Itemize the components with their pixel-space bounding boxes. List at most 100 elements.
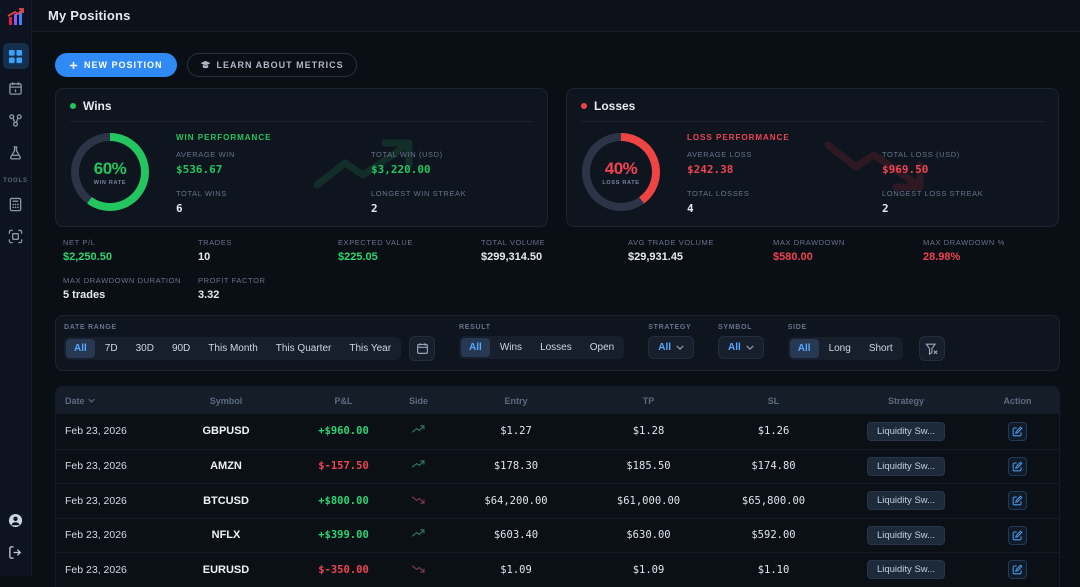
- strategy-badge[interactable]: Liquidity Sw...: [867, 457, 945, 476]
- result-option-wins[interactable]: Wins: [492, 338, 530, 357]
- summary-stat: EXPECTED VALUE$225.05: [338, 238, 481, 263]
- cell-action: [976, 457, 1059, 476]
- edit-position-button[interactable]: [1008, 526, 1027, 545]
- new-position-button[interactable]: NEW POSITION: [55, 53, 177, 77]
- strategy-badge[interactable]: Liquidity Sw...: [867, 560, 945, 579]
- column-header-action[interactable]: Action: [976, 396, 1059, 406]
- edit-icon: [1012, 564, 1023, 575]
- date-range-option-90d[interactable]: 90D: [164, 339, 198, 358]
- column-header-symbol[interactable]: Symbol: [156, 396, 296, 406]
- edit-position-button[interactable]: [1008, 491, 1027, 510]
- sidebar-item-account[interactable]: [3, 507, 29, 533]
- date-range-option-all[interactable]: All: [66, 339, 95, 358]
- total-win-usd-stat: TOTAL WIN (USD) $3,220.00: [371, 150, 466, 176]
- date-range-option-this-year[interactable]: This Year: [341, 339, 399, 358]
- date-range-option-30d[interactable]: 30D: [128, 339, 162, 358]
- average-loss-stat: AVERAGE LOSS $242.38: [687, 150, 882, 176]
- losses-card-title: Losses: [594, 99, 635, 113]
- sidebar-item-dashboard[interactable]: [3, 43, 29, 69]
- main-content: NEW POSITION LEARN ABOUT METRICS Wins: [32, 32, 1080, 587]
- cell-strategy: Liquidity Sw...: [836, 560, 976, 579]
- symbol-label: SYMBOL: [718, 324, 764, 331]
- side-option-short[interactable]: Short: [861, 339, 901, 358]
- cell-pnl: $-350.00: [296, 564, 391, 576]
- edit-position-button[interactable]: [1008, 422, 1027, 441]
- table-row-nflx: Feb 23, 2026NFLX+$399.00$603.40$630.00$5…: [56, 518, 1059, 553]
- cell-sl: $174.80: [711, 460, 836, 472]
- cell-side-long: [391, 460, 446, 472]
- sidebar-item-calculator[interactable]: [3, 191, 29, 217]
- result-option-all[interactable]: All: [461, 338, 490, 357]
- cell-tp: $185.50: [586, 460, 711, 472]
- summary-stat: AVG TRADE VOLUME$29,931.45: [628, 238, 773, 263]
- strategy-select[interactable]: All: [648, 336, 694, 359]
- cell-sl: $65,800.00: [711, 495, 836, 507]
- side-label: SIDE: [788, 324, 945, 331]
- cell-strategy: Liquidity Sw...: [836, 422, 976, 441]
- cell-action: [976, 560, 1059, 579]
- total-wins-stat: TOTAL WINS 6: [176, 189, 371, 215]
- date-range-option-this-month[interactable]: This Month: [200, 339, 265, 358]
- side-option-all[interactable]: All: [790, 339, 819, 358]
- longest-win-streak-stat: LONGEST WIN STREAK 2: [371, 189, 466, 215]
- date-range-filter: DATE RANGE All7D30D90DThis MonthThis Qua…: [64, 324, 435, 361]
- wins-dot-icon: [70, 103, 76, 109]
- cell-tp: $1.09: [586, 564, 711, 576]
- strategy-badge[interactable]: Liquidity Sw...: [867, 491, 945, 510]
- strategy-badge[interactable]: Liquidity Sw...: [867, 422, 945, 441]
- sidebar-item-lab[interactable]: [3, 139, 29, 165]
- win-rate-label: WIN RATE: [94, 180, 126, 186]
- clear-filters-button[interactable]: [919, 336, 945, 361]
- symbol-filter: SYMBOL All: [718, 324, 764, 359]
- app-logo-icon: [6, 7, 26, 32]
- sidebar-item-calendar[interactable]: [3, 75, 29, 101]
- cell-symbol: NFLX: [156, 529, 296, 541]
- result-label: RESULT: [459, 324, 624, 331]
- date-range-option-this-quarter[interactable]: This Quarter: [268, 339, 340, 358]
- logout-icon: [8, 545, 23, 560]
- summary-stat: MAX DRAWDOWN$580.00: [773, 238, 923, 263]
- strategy-branch-icon: [8, 113, 23, 128]
- side-option-long[interactable]: Long: [821, 339, 859, 358]
- edit-position-button[interactable]: [1008, 560, 1027, 579]
- column-header-pl[interactable]: P&L: [296, 396, 391, 406]
- symbol-select[interactable]: All: [718, 336, 764, 359]
- result-option-open[interactable]: Open: [582, 338, 622, 357]
- column-header-tp[interactable]: TP: [586, 396, 711, 406]
- sidebar-item-screenshot[interactable]: [3, 223, 29, 249]
- performance-cards: Wins 60% WIN RATE WIN PERFORMANCE: [55, 88, 1060, 227]
- sidebar-item-logout[interactable]: [3, 539, 29, 565]
- chevron-down-icon: [746, 345, 754, 350]
- cell-action: [976, 491, 1059, 510]
- column-header-date[interactable]: Date: [56, 396, 156, 406]
- plus-icon: [69, 61, 78, 70]
- trend-up-icon: [411, 425, 426, 434]
- trend-up-icon: [411, 529, 426, 538]
- cell-pnl: $-157.50: [296, 460, 391, 472]
- column-header-sl[interactable]: SL: [711, 396, 836, 406]
- loss-rate-gauge: 40% LOSS RATE: [582, 133, 660, 211]
- cell-symbol: AMZN: [156, 460, 296, 472]
- win-rate-value: 60%: [94, 159, 127, 179]
- total-losses-stat: TOTAL LOSSES 4: [687, 189, 882, 215]
- sidebar-item-strategies[interactable]: [3, 107, 29, 133]
- column-header-strategy[interactable]: Strategy: [836, 396, 976, 406]
- sidebar-tools-label: TOOLS: [3, 178, 28, 184]
- date-range-option-7d[interactable]: 7D: [97, 339, 126, 358]
- cell-date: Feb 23, 2026: [56, 564, 156, 576]
- cell-pnl: +$399.00: [296, 529, 391, 541]
- table-row-btcusd: Feb 23, 2026BTCUSD+$800.00$64,200.00$61,…: [56, 483, 1059, 518]
- column-header-side[interactable]: Side: [391, 396, 446, 406]
- custom-date-button[interactable]: [409, 336, 435, 361]
- learn-metrics-button[interactable]: LEARN ABOUT METRICS: [187, 53, 357, 77]
- column-header-entry[interactable]: Entry: [446, 396, 586, 406]
- strategy-badge[interactable]: Liquidity Sw...: [867, 526, 945, 545]
- result-option-losses[interactable]: Losses: [532, 338, 580, 357]
- wins-card-title: Wins: [83, 99, 112, 113]
- table-row-amzn: Feb 23, 2026AMZN$-157.50$178.30$185.50$1…: [56, 449, 1059, 484]
- edit-position-button[interactable]: [1008, 457, 1027, 476]
- cell-entry: $1.27: [446, 425, 586, 437]
- edit-icon: [1012, 461, 1023, 472]
- chevron-down-icon: [676, 345, 684, 350]
- dashboard-grid-icon: [8, 49, 23, 64]
